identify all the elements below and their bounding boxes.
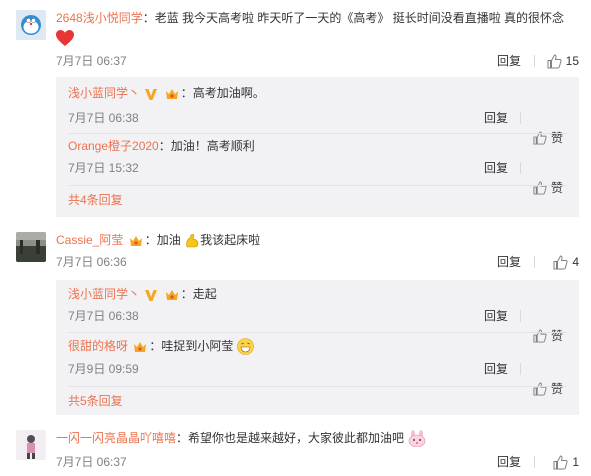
reply-text-line: 很甜的格呀 ：哇捉到小阿莹 [68,336,579,356]
comment-text: ：希望你也是越来越好，大家彼此都加油吧 [176,431,405,445]
thumb-up-icon [547,53,562,68]
reply-button[interactable]: 回复 [497,452,521,472]
reply-separator [68,133,567,134]
flexed-biceps-emoji-icon [186,233,199,248]
comment-text: 我该起床啦 [200,233,261,247]
more-replies-link[interactable]: 共4条回复 [68,190,123,210]
reply-button[interactable]: 回复 [484,306,508,326]
like-label: 赞 [550,382,563,396]
comment-item: 一闪一闪亮晶晶吖嘻嘻：希望你也是越来越好，大家彼此都加油吧 7月7日 06:37… [0,422,591,476]
thumb-up-icon [553,254,568,269]
comment-text-line-2 [56,29,581,48]
reply-meta: 7月9日 09:59 回复 赞 [68,359,579,396]
reply-list: 浅小蓝同学丶 ：走起 7月7日 06:38 回复 赞 很甜的格呀 ：哇捉到小阿莹 [56,280,579,415]
reply-text-line: Orange橙子2020：加油！高考顺利 [68,136,579,156]
reply-meta: 7月7日 15:32 回复 赞 [68,158,579,195]
divider [534,55,535,67]
reply-item: Orange橙子2020：加油！高考顺利 7月7日 15:32 回复 赞 [68,136,579,195]
reply-date: 7月7日 06:38 [68,309,139,323]
reply-date: 7月7日 15:32 [68,161,139,175]
comment-text: ：加油 [144,233,181,247]
comment-text-line: Cassie_阿莹 ：加油 我该起床啦 [56,231,581,250]
reply-button[interactable]: 回复 [484,158,508,178]
reply-button[interactable]: 回复 [497,51,521,71]
reply-separator [68,185,567,186]
reply-text: ：高考加油啊。 [180,86,265,100]
girl-avatar-icon [16,430,46,460]
member-crown-badge-icon [134,341,147,352]
comment-date: 7月7日 06:36 [56,255,127,269]
avatar[interactable] [16,430,46,460]
reply-date: 7月9日 09:59 [68,362,139,376]
reply-item: 浅小蓝同学丶 ：高考加油啊。 7月7日 06:38 回复 赞 [68,83,579,145]
member-crown-badge-icon [165,88,178,99]
bunny-emoji-icon [409,430,426,448]
reply-button[interactable]: 回复 [497,252,521,272]
reply-text-line: 浅小蓝同学丶 ：走起 [68,284,579,304]
like-button[interactable]: 15 [547,51,579,71]
divider [520,162,521,174]
username-link[interactable]: 很甜的格呀 [68,339,128,353]
divider [520,112,521,124]
reply-meta: 7月7日 06:38 回复 赞 [68,306,579,343]
username-link[interactable]: 浅小蓝同学丶 [68,287,140,301]
doraemon-avatar-icon [16,10,46,40]
comment-text-line: 一闪一闪亮晶晶吖嘻嘻：希望你也是越来越好，大家彼此都加油吧 [56,429,581,448]
reply-text: ：哇捉到小阿莹 [149,339,234,353]
like-count: 1 [572,455,579,469]
like-button[interactable]: 赞 [533,178,563,198]
avatar[interactable] [16,10,46,40]
comment-meta: 7月7日 06:37 回复 1 [56,452,591,472]
vip-v-badge-icon [145,289,158,301]
username-link[interactable]: 2648浅小悦同学 [56,11,143,25]
member-crown-badge-icon [129,235,142,246]
reply-separator [68,386,567,387]
reply-date: 7月7日 06:38 [68,111,139,125]
username-link[interactable]: 浅小蓝同学丶 [68,86,140,100]
like-count: 15 [565,54,579,68]
like-label: 赞 [550,181,563,195]
member-crown-badge-icon [165,289,178,300]
divider [534,456,535,468]
thumb-up-icon [553,454,568,469]
comment-item: 2648浅小悦同学：老蓝 我今天高考啦 昨天听了一天的《高考》 挺长时间没看直播… [0,0,591,220]
divider [534,256,535,268]
like-button[interactable]: 1 [553,452,579,472]
heart-emoji-icon [56,30,74,47]
reply-text-line: 浅小蓝同学丶 ：高考加油啊。 [68,83,579,103]
avatar[interactable] [16,232,46,262]
username-link[interactable]: Orange橙子2020 [68,139,159,153]
like-button[interactable]: 赞 [533,379,563,399]
reply-text: ：走起 [180,287,217,301]
reply-item: 浅小蓝同学丶 ：走起 7月7日 06:38 回复 赞 [68,284,579,343]
comment-meta: 7月7日 06:37 回复 15 [56,51,591,71]
reply-separator [68,332,567,333]
like-count: 4 [572,255,579,269]
comment-text-line: 2648浅小悦同学：老蓝 我今天高考啦 昨天听了一天的《高考》 挺长时间没看直播… [56,9,581,28]
username-link[interactable]: Cassie_阿莹 [56,233,123,247]
like-button[interactable]: 4 [553,252,579,272]
divider [520,310,521,322]
thumb-up-icon [533,382,547,396]
reply-list: 浅小蓝同学丶 ：高考加油啊。 7月7日 06:38 回复 赞 Orange橙子2… [56,77,579,217]
reply-item: 很甜的格呀 ：哇捉到小阿莹 7月9日 09:59 回复 赞 [68,336,579,396]
vip-v-badge-icon [145,88,158,100]
more-replies-link[interactable]: 共5条回复 [68,391,123,411]
username-link[interactable]: 一闪一闪亮晶晶吖嘻嘻 [56,431,176,445]
grinning-face-emoji-icon [236,338,254,356]
reply-button[interactable]: 回复 [484,108,508,128]
comment-text: ：老蓝 我今天高考啦 昨天听了一天的《高考》 挺长时间没看直播啦 真的很怀念 [142,11,565,25]
reply-button[interactable]: 回复 [484,359,508,379]
comment-item: Cassie_阿莹 ：加油 我该起床啦 7月7日 06:36 回复 4 浅小蓝同… [0,220,591,420]
reply-meta: 7月7日 06:38 回复 赞 [68,108,579,145]
divider [520,363,521,375]
comment-meta: 7月7日 06:36 回复 4 [56,252,591,272]
scenery-avatar-icon [16,232,46,262]
reply-text: ：加油！高考顺利 [158,139,255,153]
thumb-up-icon [533,181,547,195]
comment-date: 7月7日 06:37 [56,54,127,68]
comment-date: 7月7日 06:37 [56,455,127,469]
